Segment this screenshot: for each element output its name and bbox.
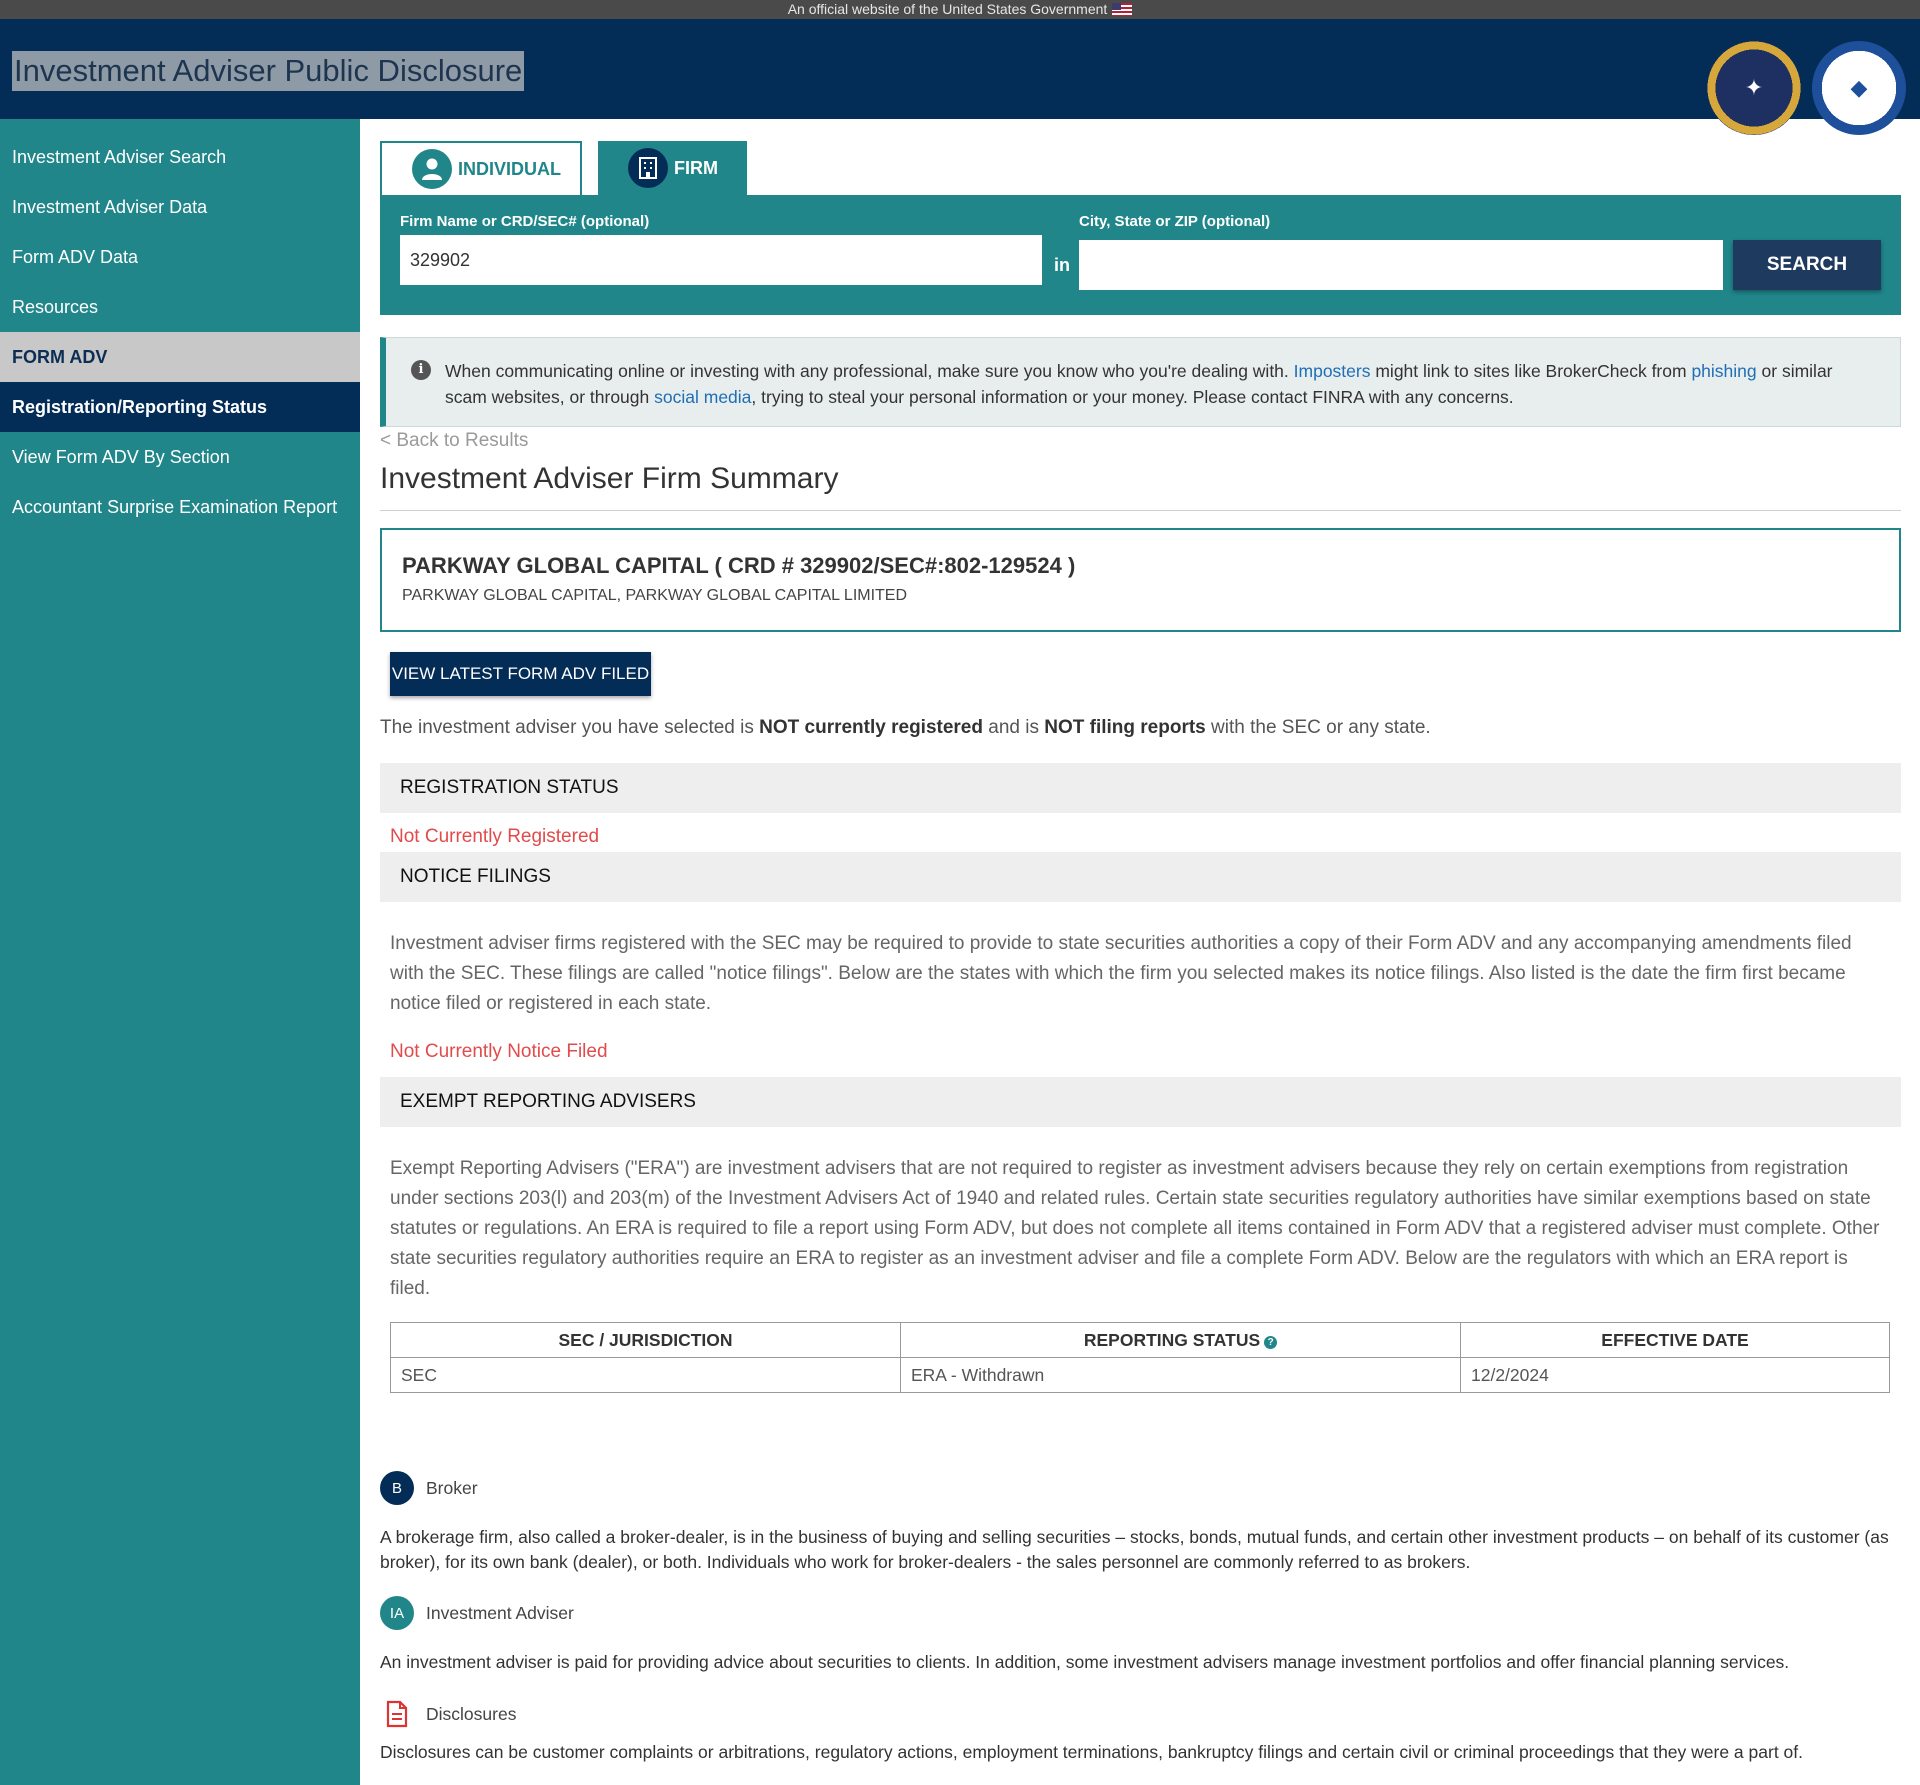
table-header-row: SEC / JURISDICTION REPORTING STATUS? EFF… xyxy=(390,1322,1890,1358)
building-icon xyxy=(628,148,668,188)
era-table: SEC / JURISDICTION REPORTING STATUS? EFF… xyxy=(390,1322,1890,1393)
tab-firm[interactable]: FIRM xyxy=(598,141,747,195)
sidebar-item-form-adv-data[interactable]: Form ADV Data xyxy=(0,232,360,282)
search-button[interactable]: SEARCH xyxy=(1733,240,1881,290)
alert-text-4: , trying to steal your personal informat… xyxy=(751,387,1514,407)
app-title[interactable]: Investment Adviser Public Disclosure xyxy=(12,51,525,91)
sidebar-item-investment-adviser-data[interactable]: Investment Adviser Data xyxy=(0,182,360,232)
legend-disclosures: Disclosures xyxy=(380,1697,516,1731)
gov-banner: An official website of the United States… xyxy=(0,0,1920,19)
firm-name-input[interactable] xyxy=(400,235,1042,285)
cell-jurisdiction: SEC xyxy=(390,1357,901,1393)
col-reporting-status: REPORTING STATUS? xyxy=(900,1322,1461,1358)
back-to-results-link[interactable]: < Back to Results xyxy=(380,430,528,452)
legend-investment-adviser: IA Investment Adviser xyxy=(380,1596,574,1630)
tab-individual[interactable]: INDIVIDUAL xyxy=(380,141,582,195)
sidebar-item-accountant-surprise-exam[interactable]: Accountant Surprise Examination Report xyxy=(0,482,360,532)
sidebar-item-view-form-adv-by-section[interactable]: View Form ADV By Section xyxy=(0,432,360,482)
table-row: SEC ERA - Withdrawn 12/2/2024 xyxy=(390,1357,1890,1393)
tab-individual-label: INDIVIDUAL xyxy=(458,158,561,179)
investment-adviser-title: Investment Adviser xyxy=(426,1602,574,1623)
legend-broker: B Broker xyxy=(380,1471,478,1505)
state-regulators-seal-logo: ◆ xyxy=(1812,41,1906,135)
status-text-part: and is xyxy=(988,717,1039,738)
scam-alert: i When communicating online or investing… xyxy=(380,337,1901,427)
firm-name-label: Firm Name or CRD/SEC# (optional) xyxy=(400,213,650,230)
not-filing-emphasis: NOT filing reports xyxy=(1044,717,1206,738)
col-jurisdiction: SEC / JURISDICTION xyxy=(390,1322,901,1358)
broker-title: Broker xyxy=(426,1477,478,1498)
registration-summary-text: The investment adviser you have selected… xyxy=(380,717,1431,739)
person-icon xyxy=(412,149,452,189)
view-latest-form-adv-button[interactable]: VIEW LATEST FORM ADV FILED xyxy=(390,652,651,696)
location-input[interactable] xyxy=(1079,240,1723,290)
cell-reporting-status: ERA - Withdrawn xyxy=(900,1357,1461,1393)
sidebar: Investment Adviser Search Investment Adv… xyxy=(0,119,360,1785)
disclosures-title: Disclosures xyxy=(426,1703,517,1724)
page-title: Investment Adviser Firm Summary xyxy=(380,462,1901,511)
help-icon[interactable]: ? xyxy=(1264,1335,1278,1349)
gov-banner-text: An official website of the United States… xyxy=(787,1,1108,17)
firm-name: PARKWAY GLOBAL CAPITAL ( CRD # 329902/SE… xyxy=(402,553,1076,578)
notice-filings-text: Investment adviser firms registered with… xyxy=(390,933,1852,1014)
search-panel: Firm Name or CRD/SEC# (optional) in City… xyxy=(380,195,1901,315)
alert-text-1: When communicating online or investing w… xyxy=(445,361,1289,381)
tab-firm-label: FIRM xyxy=(674,157,718,178)
registration-status-heading: REGISTRATION STATUS xyxy=(380,763,1901,813)
sidebar-item-resources[interactable]: Resources xyxy=(0,282,360,332)
phishing-link[interactable]: phishing xyxy=(1691,361,1756,381)
investment-adviser-description: An investment adviser is paid for provid… xyxy=(380,1652,1790,1672)
alert-text-2: might link to sites like BrokerCheck fro… xyxy=(1375,361,1687,381)
sidebar-item-registration-status[interactable]: Registration/Reporting Status xyxy=(0,382,360,432)
broker-description: A brokerage firm, also called a broker-d… xyxy=(380,1527,1889,1572)
sidebar-section-form-adv: FORM ADV xyxy=(0,332,360,382)
exempt-reporting-heading: EXEMPT REPORTING ADVISERS xyxy=(380,1077,1901,1127)
site-header: Investment Adviser Public Disclosure ✦ ◆ xyxy=(0,19,1920,135)
col-effective-date: EFFECTIVE DATE xyxy=(1460,1322,1890,1358)
cell-effective-date: 12/2/2024 xyxy=(1460,1357,1890,1393)
investment-adviser-badge: IA xyxy=(380,1596,414,1630)
us-flag-icon xyxy=(1112,3,1133,16)
sidebar-item-investment-adviser-search[interactable]: Investment Adviser Search xyxy=(0,132,360,182)
social-media-link[interactable]: social media xyxy=(654,387,751,407)
not-registered-emphasis: NOT currently registered xyxy=(759,717,983,738)
imposters-link[interactable]: Imposters xyxy=(1294,361,1371,381)
notice-filings-heading: NOTICE FILINGS xyxy=(380,852,1901,902)
col-reporting-status-label: REPORTING STATUS xyxy=(1083,1329,1261,1350)
firm-aliases: PARKWAY GLOBAL CAPITAL, PARKWAY GLOBAL C… xyxy=(402,587,908,604)
notice-filings-value: Not Currently Notice Filed xyxy=(390,1041,608,1062)
firm-summary-box: PARKWAY GLOBAL CAPITAL ( CRD # 329902/SE… xyxy=(380,528,1901,632)
location-label: City, State or ZIP (optional) xyxy=(1079,213,1271,230)
info-icon: i xyxy=(411,360,431,380)
in-label: in xyxy=(1054,255,1070,275)
sec-seal-logo: ✦ xyxy=(1707,41,1801,135)
disclosures-description: Disclosures can be customer complaints o… xyxy=(380,1742,1804,1762)
registration-status-value: Not Currently Registered xyxy=(390,826,600,847)
document-icon xyxy=(380,1697,414,1731)
status-text-part: The investment adviser you have selected… xyxy=(380,717,754,738)
exempt-reporting-text: Exempt Reporting Advisers ("ERA") are in… xyxy=(390,1158,1880,1299)
status-text-part: with the SEC or any state. xyxy=(1211,717,1431,738)
broker-badge: B xyxy=(380,1471,414,1505)
